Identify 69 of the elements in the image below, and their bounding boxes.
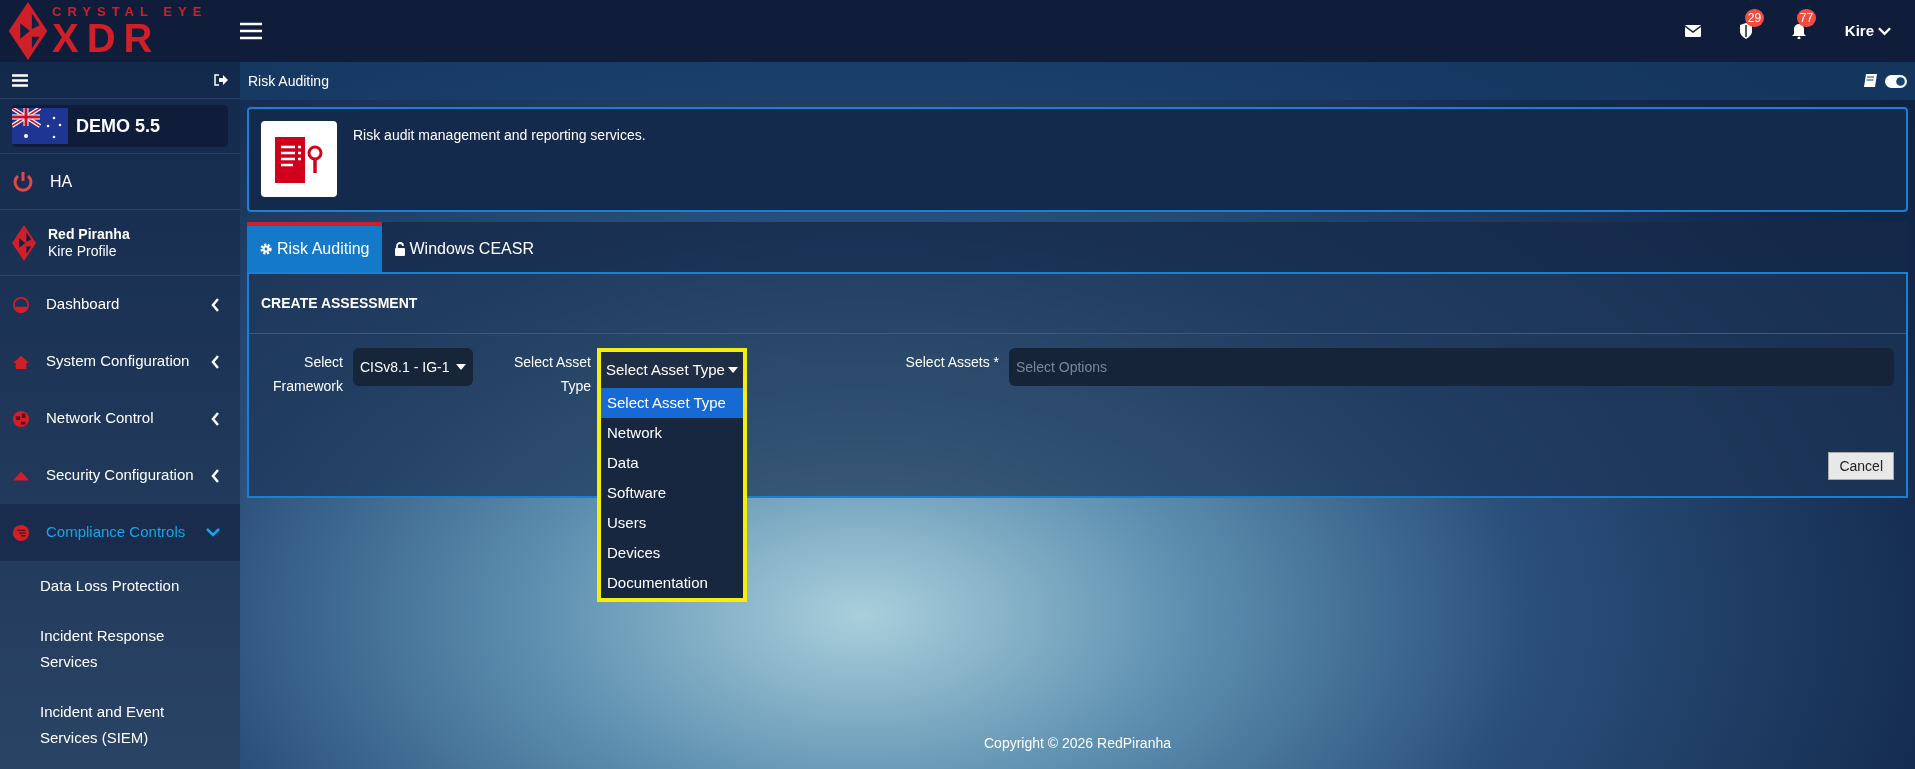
dropdown-option[interactable]: Devices [601, 538, 743, 568]
chevron-left-icon [211, 468, 220, 483]
chevron-left-icon [211, 297, 220, 312]
field-label: Select Framework [272, 353, 343, 396]
cancel-button[interactable]: Cancel [1828, 452, 1894, 480]
profile-name: Kire Profile [48, 242, 118, 260]
sidebar-item-label: Compliance Controls [46, 522, 187, 543]
unlock-icon [393, 242, 406, 256]
breadcrumb: Risk Auditing [248, 71, 329, 91]
globe-icon [12, 409, 30, 428]
tab[interactable]: Risk Auditing [247, 222, 382, 272]
gauge-icon [12, 295, 30, 314]
caret-icon [456, 364, 466, 370]
menu-icon[interactable] [12, 73, 28, 87]
dropdown-option[interactable]: Select Asset Type [601, 388, 743, 418]
intro-text: Risk audit management and reporting services. [353, 126, 646, 145]
sign-out-icon[interactable] [214, 74, 228, 86]
sidebar-item-label: Security Configuration [46, 465, 195, 486]
warning-icon [12, 469, 30, 482]
caret-icon [728, 367, 738, 373]
chevron-left-icon [211, 354, 220, 369]
assets-select[interactable]: Select Options [1009, 348, 1894, 386]
sidebar-subitem[interactable]: Incident and Event Services (SIEM) [0, 687, 240, 763]
shield-icon[interactable] [1738, 23, 1753, 39]
sidebar-item-label: System Configuration [46, 351, 191, 372]
sidebar-subitem[interactable]: Incident Response Services [0, 611, 240, 687]
asset-type-select[interactable]: Select Asset Type [601, 352, 743, 388]
audit-report-icon [261, 121, 337, 197]
tab[interactable]: Windows CEASR [381, 222, 546, 272]
sidebar-subitem[interactable]: Data Loss Protection [0, 561, 240, 611]
copyright: Copyright © 2026 RedPiranha [984, 735, 1171, 751]
sidebar-item[interactable]: Dashboard [0, 276, 240, 333]
gear-icon [259, 242, 273, 256]
menu-icon[interactable] [240, 22, 262, 40]
count-badge: 29 [1744, 9, 1765, 27]
chevron-down-icon [1878, 26, 1891, 36]
book-icon[interactable] [1863, 73, 1877, 89]
field-label: Select Asset Type [512, 353, 591, 396]
piranha-logo-icon [12, 223, 36, 262]
dropdown-option[interactable]: Users [601, 508, 743, 538]
chevron-left-icon [211, 411, 220, 426]
dropdown-option[interactable]: Network [601, 418, 743, 448]
panel-title: CREATE ASSESSMENT [261, 294, 418, 313]
profile-org: Red Piranha [48, 225, 130, 243]
sidebar-item[interactable]: Network Control [0, 390, 240, 447]
sidebar-item[interactable]: Security Configuration [0, 447, 240, 504]
logo-text: XDR [52, 17, 162, 58]
flag-icon [12, 108, 68, 144]
ha-label: HA [50, 171, 73, 192]
sidebar-item[interactable]: Compliance Controls [0, 504, 240, 561]
sidebar-item[interactable]: System Configuration [0, 333, 240, 390]
power-icon[interactable] [12, 170, 34, 193]
chevron-down-icon [206, 528, 220, 537]
mail-icon[interactable] [1684, 25, 1701, 37]
badge-icon [12, 523, 30, 542]
home-icon [12, 353, 30, 370]
dropdown-option[interactable]: Data [601, 448, 743, 478]
logo-tagline: CRYSTAL EYE [52, 4, 208, 18]
dropdown-option[interactable]: Documentation [601, 568, 743, 598]
sidebar-item-label: Network Control [46, 408, 155, 429]
sidebar-item-label: Dashboard [46, 294, 121, 315]
toggle-icon[interactable] [1885, 74, 1907, 88]
bell-icon[interactable] [1790, 23, 1807, 39]
framework-select[interactable]: CISv8.1 - IG-1 [353, 348, 473, 386]
count-badge: 77 [1796, 9, 1817, 27]
device-name: DEMO 5.5 [76, 114, 161, 138]
user-menu[interactable]: Kire [1844, 19, 1891, 43]
dropdown-option[interactable]: Software [601, 478, 743, 508]
field-label: Select Assets * [904, 353, 999, 372]
